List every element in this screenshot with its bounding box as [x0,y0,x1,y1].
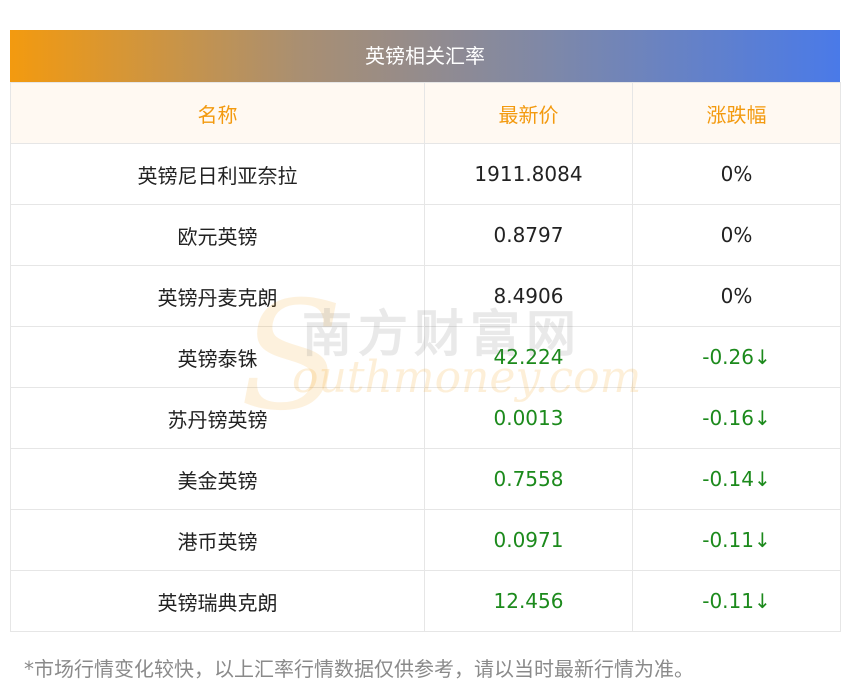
row-name: 英镑丹麦克朗 [10,265,425,327]
row-price: 0.8797 [424,204,633,266]
row-name: 欧元英镑 [10,204,425,266]
row-change: -0.16↓ [632,387,841,449]
table-row: 英镑尼日利亚奈拉 1911.8084 0% [10,143,841,205]
row-price: 12.456 [424,570,633,632]
exchange-rate-card: 英镑相关汇率 名称 最新价 涨跌幅 英镑尼日利亚奈拉 1911.8084 0% … [10,30,841,632]
row-price: 1911.8084 [424,143,633,205]
row-change: -0.14↓ [632,448,841,510]
row-price: 0.7558 [424,448,633,510]
table-row: 美金英镑 0.7558 -0.14↓ [10,448,841,510]
row-name: 英镑泰铢 [10,326,425,388]
row-change: -0.26↓ [632,326,841,388]
row-price: 0.0013 [424,387,633,449]
row-change: 0% [632,265,841,327]
row-change: 0% [632,204,841,266]
exchange-rate-table: 名称 最新价 涨跌幅 英镑尼日利亚奈拉 1911.8084 0% 欧元英镑 0.… [10,82,841,632]
table-row: 欧元英镑 0.8797 0% [10,204,841,266]
row-name: 英镑尼日利亚奈拉 [10,143,425,205]
table-row: 港币英镑 0.0971 -0.11↓ [10,509,841,571]
table-row: 英镑泰铢 42.224 -0.26↓ [10,326,841,388]
row-name: 美金英镑 [10,448,425,510]
disclaimer-note: *市场行情变化较快，以上汇率行情数据仅供参考，请以当时最新行情为准。 [24,657,694,681]
header-price: 最新价 [424,82,633,144]
row-price: 42.224 [424,326,633,388]
header-name: 名称 [10,82,425,144]
row-change: -0.11↓ [632,509,841,571]
row-change: -0.11↓ [632,570,841,632]
row-name: 英镑瑞典克朗 [10,570,425,632]
row-price: 0.0971 [424,509,633,571]
table-row: 苏丹镑英镑 0.0013 -0.16↓ [10,387,841,449]
row-name: 港币英镑 [10,509,425,571]
row-change: 0% [632,143,841,205]
table-row: 英镑瑞典克朗 12.456 -0.11↓ [10,570,841,632]
table-header-row: 名称 最新价 涨跌幅 [10,82,841,144]
table-title: 英镑相关汇率 [10,30,840,82]
row-price: 8.4906 [424,265,633,327]
row-name: 苏丹镑英镑 [10,387,425,449]
table-row: 英镑丹麦克朗 8.4906 0% [10,265,841,327]
header-change: 涨跌幅 [632,82,841,144]
